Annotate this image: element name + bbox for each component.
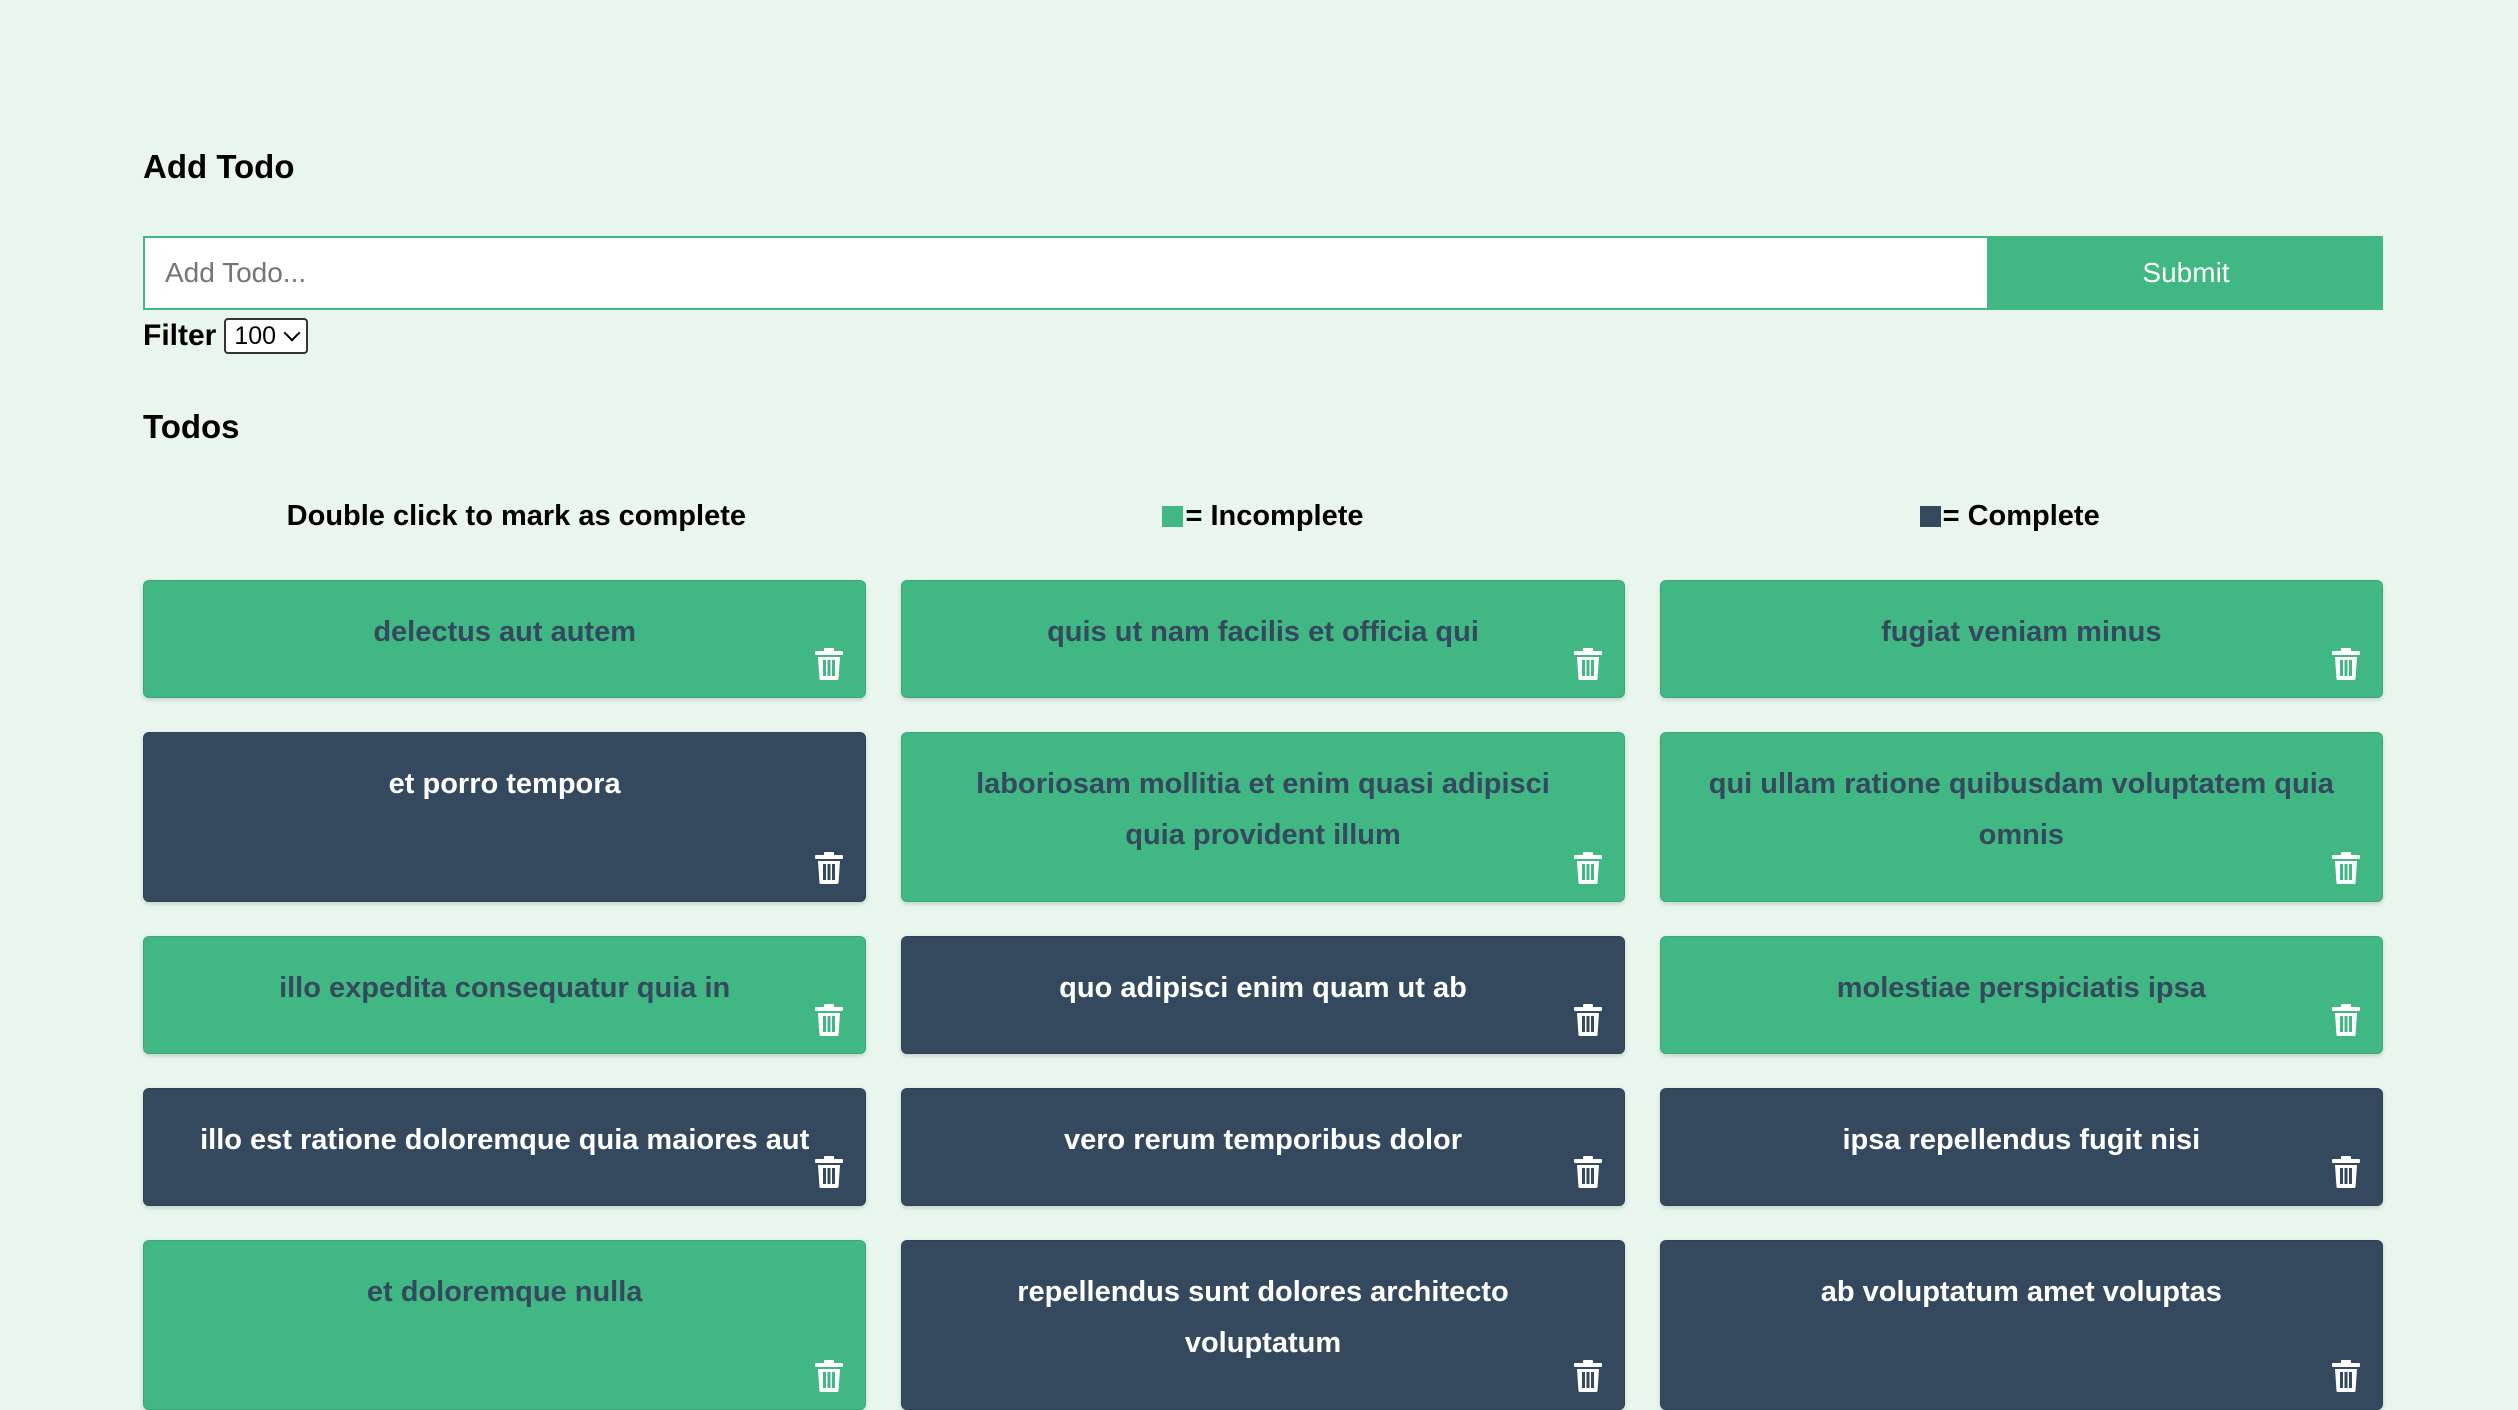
trash-icon[interactable] [2331, 1360, 2360, 1392]
trash-icon[interactable] [815, 852, 844, 884]
todo-item[interactable]: laboriosam mollitia et enim quasi adipis… [901, 732, 1625, 902]
legend-incomplete-label: = Incomplete [1185, 500, 1364, 532]
todo-item[interactable]: delectus aut autem [143, 580, 867, 698]
todo-item[interactable]: et porro tempora [143, 732, 867, 902]
trash-icon[interactable] [1573, 1004, 1602, 1036]
trash-icon[interactable] [1573, 1156, 1602, 1188]
legend-instruction-text: Double click to mark as complete [286, 500, 746, 532]
todo-grid: delectus aut autem quis ut nam facilis et… [143, 580, 2383, 1410]
add-todo-input[interactable] [143, 236, 1989, 310]
legend: Double click to mark as complete = Incom… [143, 500, 2383, 533]
filter-selected-value: 100 [234, 321, 277, 350]
filter-row: Filter 100 [143, 318, 309, 354]
add-todo-heading: Add Todo [143, 148, 295, 185]
trash-icon[interactable] [2331, 852, 2360, 884]
todo-title: illo expedita consequatur quia in [279, 972, 731, 1004]
trash-icon[interactable] [1573, 648, 1602, 680]
todo-title: quo adipisci enim quam ut ab [1059, 972, 1467, 1004]
trash-icon[interactable] [815, 1360, 844, 1392]
todo-item[interactable]: qui ullam ratione quibusdam voluptatem q… [1659, 732, 2383, 902]
legend-complete: = Complete [1636, 500, 2383, 533]
filter-select[interactable]: 100 [224, 318, 309, 354]
todo-item[interactable]: fugiat veniam minus [1659, 580, 2383, 698]
trash-icon[interactable] [1573, 1360, 1602, 1392]
todo-item[interactable]: illo expedita consequatur quia in [143, 936, 867, 1054]
todo-item[interactable]: illo est ratione doloremque quia maiores… [143, 1088, 867, 1206]
todo-item[interactable]: quo adipisci enim quam ut ab [901, 936, 1625, 1054]
trash-icon[interactable] [815, 1004, 844, 1036]
todo-title: qui ullam ratione quibusdam voluptatem q… [1708, 768, 2334, 851]
todo-item[interactable]: ab voluptatum amet voluptas [1659, 1240, 2383, 1410]
trash-icon[interactable] [2331, 648, 2360, 680]
legend-incomplete: = Incomplete [890, 500, 1637, 533]
complete-swatch [1919, 506, 1941, 527]
trash-icon[interactable] [2331, 1156, 2360, 1188]
legend-instruction: Double click to mark as complete [143, 500, 890, 533]
submit-button[interactable]: Submit [1989, 236, 2383, 310]
trash-icon[interactable] [815, 1156, 844, 1188]
filter-label: Filter [143, 319, 217, 352]
trash-icon[interactable] [815, 648, 844, 680]
todo-title: ipsa repellendus fugit nisi [1842, 1124, 2201, 1156]
todo-title: ab voluptatum amet voluptas [1820, 1276, 2222, 1308]
todo-title: repellendus sunt dolores architecto volu… [1017, 1276, 1509, 1359]
todo-title: fugiat veniam minus [1881, 616, 2162, 648]
todo-item[interactable]: ipsa repellendus fugit nisi [1659, 1088, 2383, 1206]
todo-title: molestiae perspiciatis ipsa [1836, 972, 2206, 1004]
todo-title: quis ut nam facilis et officia qui [1047, 616, 1479, 648]
todo-title: et doloremque nulla [366, 1276, 643, 1308]
todo-item[interactable]: quis ut nam facilis et officia qui [901, 580, 1625, 698]
add-todo-form: Submit [143, 236, 2383, 310]
chevron-down-icon [283, 324, 301, 342]
todo-title: et porro tempora [388, 768, 621, 800]
legend-complete-label: = Complete [1942, 500, 2100, 532]
trash-icon[interactable] [2331, 1004, 2360, 1036]
todo-title: delectus aut autem [373, 616, 636, 648]
todo-item[interactable]: molestiae perspiciatis ipsa [1659, 936, 2383, 1054]
todo-item[interactable]: repellendus sunt dolores architecto volu… [901, 1240, 1625, 1410]
todo-item[interactable]: vero rerum temporibus dolor [901, 1088, 1625, 1206]
incomplete-swatch [1162, 506, 1184, 527]
todo-title: laboriosam mollitia et enim quasi adipis… [976, 768, 1550, 851]
todo-title: illo est ratione doloremque quia maiores… [200, 1124, 810, 1156]
todo-title: vero rerum temporibus dolor [1063, 1124, 1462, 1156]
trash-icon[interactable] [1573, 852, 1602, 884]
todo-item[interactable]: et doloremque nulla [143, 1240, 867, 1410]
todos-heading: Todos [143, 408, 240, 445]
